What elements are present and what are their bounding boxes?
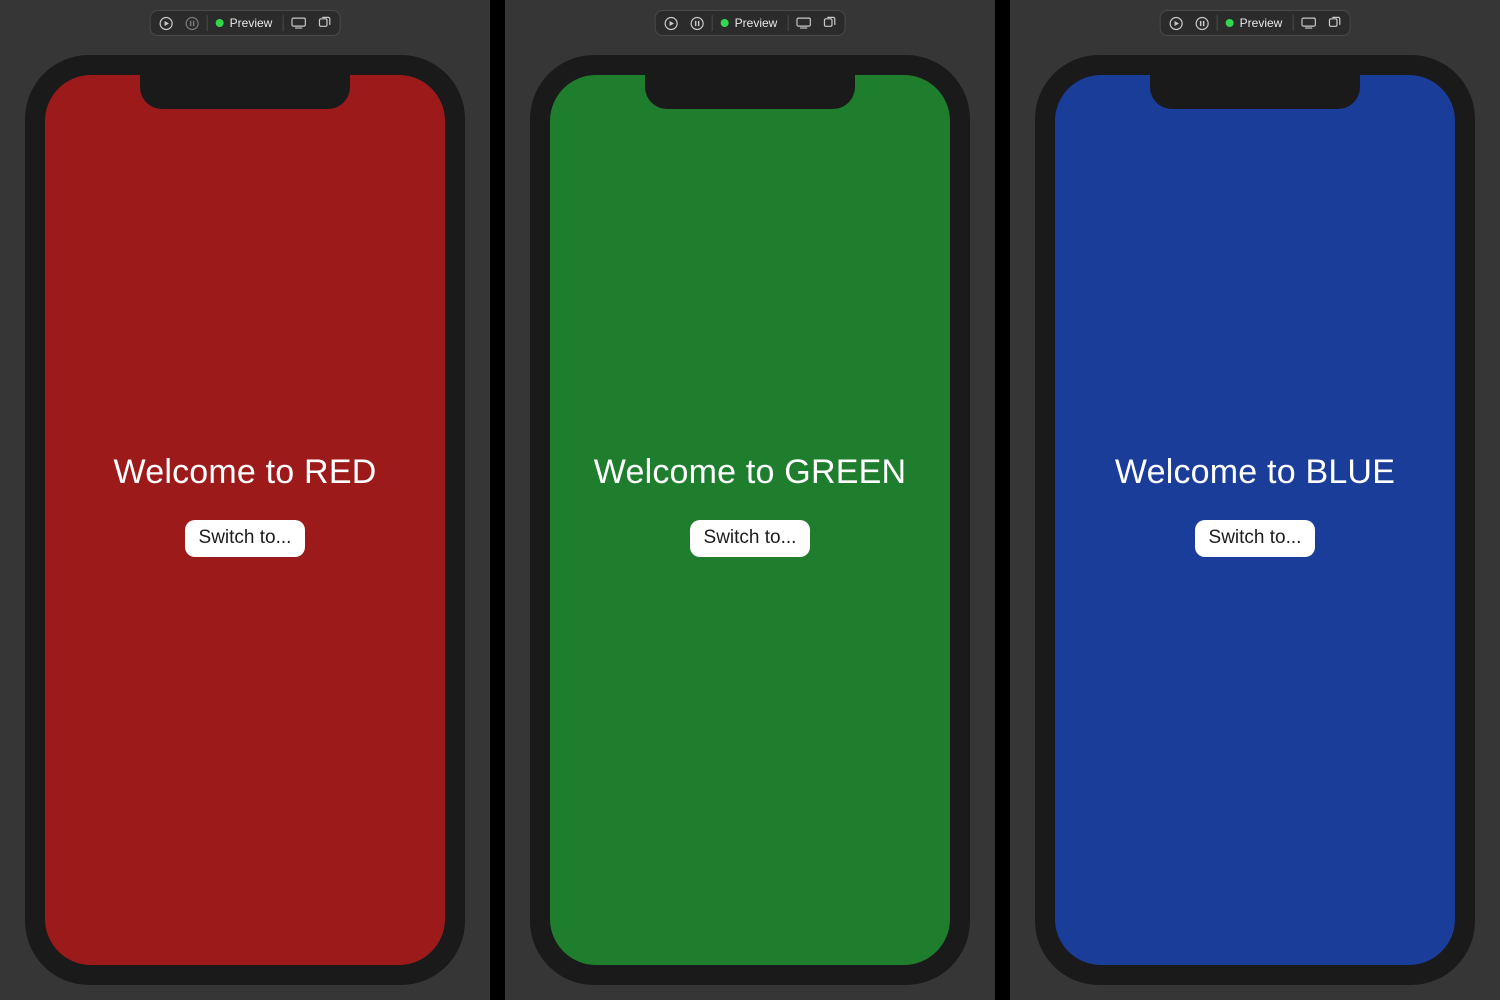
toolbar-separator bbox=[787, 15, 788, 31]
device-notch bbox=[140, 75, 350, 109]
toolbar-separator bbox=[712, 15, 713, 31]
preview-label: Preview bbox=[1240, 16, 1283, 30]
preview-pane-blue: Preview Welcome to BLUE Switch to... bbox=[1010, 0, 1500, 1000]
pause-circle-icon bbox=[1194, 16, 1209, 31]
duplicate-icon bbox=[822, 16, 837, 31]
device-notch bbox=[645, 75, 855, 109]
duplicate-button[interactable] bbox=[1321, 12, 1347, 34]
device-frame: Welcome to RED Switch to... bbox=[25, 55, 465, 985]
pause-button[interactable] bbox=[179, 12, 205, 34]
device-button[interactable] bbox=[790, 12, 816, 34]
run-button[interactable] bbox=[1163, 12, 1189, 34]
switch-button[interactable]: Switch to... bbox=[185, 520, 306, 557]
welcome-title: Welcome to BLUE bbox=[1115, 453, 1395, 492]
app-content: Welcome to BLUE Switch to... bbox=[1055, 75, 1455, 965]
status-dot-icon bbox=[721, 19, 729, 27]
run-button[interactable] bbox=[153, 12, 179, 34]
welcome-title: Welcome to RED bbox=[114, 453, 377, 492]
preview-label: Preview bbox=[735, 16, 778, 30]
app-content: Welcome to RED Switch to... bbox=[45, 75, 445, 965]
status-dot-icon bbox=[1226, 19, 1234, 27]
toolbar-separator bbox=[282, 15, 283, 31]
device-button[interactable] bbox=[1295, 12, 1321, 34]
app-content: Welcome to GREEN Switch to... bbox=[550, 75, 950, 965]
play-circle-icon bbox=[663, 16, 678, 31]
device-frame: Welcome to GREEN Switch to... bbox=[530, 55, 970, 985]
duplicate-icon bbox=[317, 16, 332, 31]
device-screen: Welcome to GREEN Switch to... bbox=[550, 75, 950, 965]
pause-button[interactable] bbox=[1189, 12, 1215, 34]
switch-button[interactable]: Switch to... bbox=[1195, 520, 1316, 557]
toolbar-separator bbox=[1217, 15, 1218, 31]
device-frame: Welcome to BLUE Switch to... bbox=[1035, 55, 1475, 985]
switch-button[interactable]: Switch to... bbox=[690, 520, 811, 557]
preview-label: Preview bbox=[230, 16, 273, 30]
display-icon bbox=[795, 16, 811, 30]
device-screen: Welcome to RED Switch to... bbox=[45, 75, 445, 965]
device-notch bbox=[1150, 75, 1360, 109]
preview-toolbar: Preview bbox=[1160, 10, 1351, 36]
welcome-title: Welcome to GREEN bbox=[594, 453, 906, 492]
preview-toolbar: Preview bbox=[150, 10, 341, 36]
duplicate-button[interactable] bbox=[311, 12, 337, 34]
duplicate-button[interactable] bbox=[816, 12, 842, 34]
pause-circle-icon bbox=[689, 16, 704, 31]
preview-status[interactable]: Preview bbox=[1220, 12, 1291, 34]
run-button[interactable] bbox=[658, 12, 684, 34]
device-screen: Welcome to BLUE Switch to... bbox=[1055, 75, 1455, 965]
preview-stage: Preview Welcome to RED Switch to... bbox=[0, 0, 1500, 1000]
toolbar-separator bbox=[207, 15, 208, 31]
status-dot-icon bbox=[216, 19, 224, 27]
device-button[interactable] bbox=[285, 12, 311, 34]
duplicate-icon bbox=[1327, 16, 1342, 31]
display-icon bbox=[1300, 16, 1316, 30]
play-circle-icon bbox=[158, 16, 173, 31]
preview-status[interactable]: Preview bbox=[715, 12, 786, 34]
preview-pane-green: Preview Welcome to GREEN Switch to... bbox=[505, 0, 995, 1000]
pause-button[interactable] bbox=[684, 12, 710, 34]
display-icon bbox=[290, 16, 306, 30]
play-circle-icon bbox=[1168, 16, 1183, 31]
toolbar-separator bbox=[1292, 15, 1293, 31]
pause-circle-icon bbox=[184, 16, 199, 31]
preview-status[interactable]: Preview bbox=[210, 12, 281, 34]
preview-pane-red: Preview Welcome to RED Switch to... bbox=[0, 0, 490, 1000]
pane-gap bbox=[490, 0, 505, 1000]
preview-toolbar: Preview bbox=[655, 10, 846, 36]
pane-gap bbox=[995, 0, 1010, 1000]
